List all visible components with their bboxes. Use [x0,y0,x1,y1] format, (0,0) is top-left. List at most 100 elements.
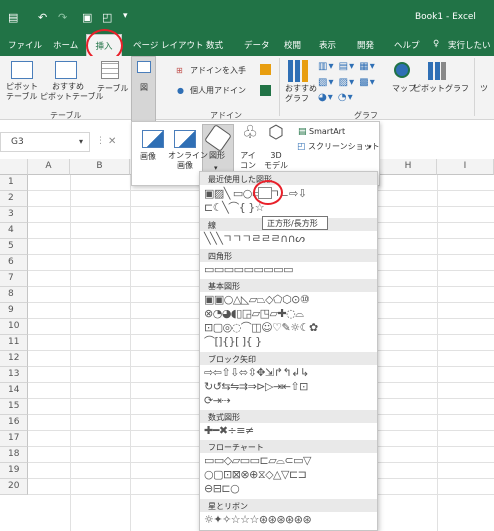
column-header-h[interactable]: H [380,159,437,175]
shape-row[interactable]: ○▢⊡⊠⊗⊕⧖◇△▽⊏⊐ [204,468,307,481]
tab-tell-me[interactable]: 実行したい [448,39,491,51]
shape-row[interactable]: ⊡▢◎◌⌒◫☺♡✎☼☾✿ [204,321,318,334]
row-header[interactable]: 4 [0,223,28,239]
select-all-corner[interactable] [0,159,28,175]
section-header-block-arrows: ブロック矢印 [200,352,377,365]
tour-button[interactable]: ツ [480,84,488,94]
tab-help[interactable]: ヘルプ [394,39,420,51]
column-header-i[interactable]: I [437,159,494,175]
row-header[interactable]: 7 [0,271,28,287]
row-header[interactable]: 1 [0,175,28,191]
row-header[interactable]: 14 [0,383,28,399]
smartart-icon: ▤ [298,127,307,137]
highlight-circle-rectangle [253,180,283,205]
map-icon [394,62,410,78]
row-header[interactable]: 12 [0,351,28,367]
shape-row[interactable]: ▭▭▭▭▭▭▭▭▭ [204,263,294,276]
print-preview-icon[interactable]: ◰ [102,11,112,24]
row-header[interactable]: 2 [0,191,28,207]
shape-row[interactable]: ⊖⊟⊏○ [204,482,240,495]
row-header[interactable]: 5 [0,239,28,255]
tab-developer[interactable]: 開発 [357,39,374,51]
column-header-a[interactable]: A [28,159,70,175]
column-chart-icon[interactable]: ▥▾ ▤▾ ▦▾ [318,62,376,72]
tell-me-icon[interactable]: ♀ [433,39,439,49]
name-box[interactable]: G3 ▾ [0,132,90,152]
line-chart-icon[interactable]: ▧▾ ▨▾ ▩▾ [318,78,376,88]
group-label-table: テーブル [50,111,82,120]
cancel-icon[interactable]: ✕ [108,136,116,147]
redo-icon[interactable]: ↷ [58,11,67,24]
shape-row[interactable]: ▭▭◇▱▭▭⊏▱⌓⊂▭▽ [204,454,311,467]
recommended-charts-button[interactable]: おすすめ グラフ [285,84,317,104]
icons-icon: ♧ [242,122,259,143]
tab-page-layout[interactable]: ページ レイアウト [133,39,204,51]
chevron-down-icon[interactable]: ▾ [79,137,83,146]
tab-formulas[interactable]: 数式 [206,39,223,51]
pictures-button[interactable]: 画像 [140,152,156,162]
customize-icon[interactable]: ▾ [123,11,128,21]
shape-row[interactable]: ⟳⇥⇢ [204,394,231,407]
row-header[interactable]: 15 [0,399,28,415]
row-header[interactable]: 6 [0,255,28,271]
save-icon[interactable]: ▤ [8,11,18,24]
undo-icon[interactable]: ↶ [38,11,47,24]
recommended-pivot-button[interactable]: おすすめ ピボットテーブル [40,82,104,102]
excel-window: ▤ ↶ ↷ ▣ ◰ ▾ Book1 - Excel ファイル ホーム ページ レ… [0,0,494,531]
shape-row[interactable]: ✚━✖÷≡≠ [204,424,254,437]
column-header-b[interactable]: B [70,159,130,175]
my-addins-button[interactable]: 個人用アドイン [190,86,246,96]
shape-row[interactable]: ☼✦✧☆☆☆⊛⊛⊛⊛⊛⊛ [204,513,312,526]
group-label-charts: グラフ [354,111,378,120]
shape-row[interactable]: ╲╲╲ㄱㄱㄱㄹㄹㄹ∩∩ᔕ [204,232,305,245]
illustrations-button[interactable]: 図 [131,56,156,122]
section-header-rectangles: 四角形 [200,249,377,262]
section-header-basic: 基本図形 [200,279,377,292]
icons-button[interactable]: アイ コン [238,151,258,171]
title-bar: ▤ ↶ ↷ ▣ ◰ ▾ Book1 - Excel [0,0,494,34]
pie-chart-icon[interactable]: ◕▾ ◔▾ [318,93,354,103]
row-header[interactable]: 19 [0,463,28,479]
pivot-table-button[interactable]: ピボット テーブル [6,82,40,102]
shape-row[interactable]: ▣▣○△◺▱⏢◇⬠⬡⊙⑩ [204,293,310,306]
shape-row[interactable]: ⊏☾╲⌒{ }☆ [204,201,265,214]
tab-view[interactable]: 表示 [319,39,336,51]
ribbon-separator [279,58,280,116]
shape-row[interactable]: ⇨⇦⇧⇩⬄⇳✥⇲↱↰↲↳ [204,366,309,379]
ribbon-separator-2 [474,58,475,116]
people-graph-icon [260,85,271,96]
tab-file[interactable]: ファイル [8,39,42,51]
online-pictures-button[interactable]: オンライン 画像 [168,151,208,171]
illustrations-label: 図 [140,83,148,92]
pivot-chart-icon [428,62,446,80]
row-header[interactable]: 9 [0,303,28,319]
smartart-button[interactable]: SmartArt [309,127,345,137]
tab-home[interactable]: ホーム [53,39,78,51]
name-box-value: G3 [11,137,24,147]
row-header[interactable]: 13 [0,367,28,383]
row-header[interactable]: 17 [0,431,28,447]
row-header[interactable]: 16 [0,415,28,431]
shapes-label: 図形 [209,151,225,160]
row-header[interactable]: 11 [0,335,28,351]
open-icon[interactable]: ▣ [82,11,92,24]
pivot-table-icon [11,61,33,79]
recommended-charts-icon [288,60,308,82]
tab-review[interactable]: 校閲 [284,39,301,51]
shape-row[interactable]: ↻↺⇆⇋⇉⇒⊳▷⇥⇤⇧⊡ [204,380,308,393]
row-header[interactable]: 8 [0,287,28,303]
row-header[interactable]: 20 [0,479,28,495]
pivot-chart-button[interactable]: ピボットグラフ [413,84,469,94]
shape-row[interactable]: ⊗◔◕◖▯◲▱◳▱✚◌⌓ [204,307,304,320]
row-header[interactable]: 3 [0,207,28,223]
row-header[interactable]: 18 [0,447,28,463]
row-header[interactable]: 10 [0,319,28,335]
get-addins-button[interactable]: アドインを入手 [190,66,246,76]
table-button[interactable]: テーブル [97,84,129,94]
tab-data[interactable]: データ [244,39,270,51]
illustrations-icon [137,61,151,73]
3d-models-button[interactable]: 3D モデル [262,151,290,171]
shape-row[interactable]: ⌒[]{}[ ]{ } [204,335,262,348]
store-icon: ⊞ [176,66,183,75]
group-label-addins: アドイン [210,111,242,120]
